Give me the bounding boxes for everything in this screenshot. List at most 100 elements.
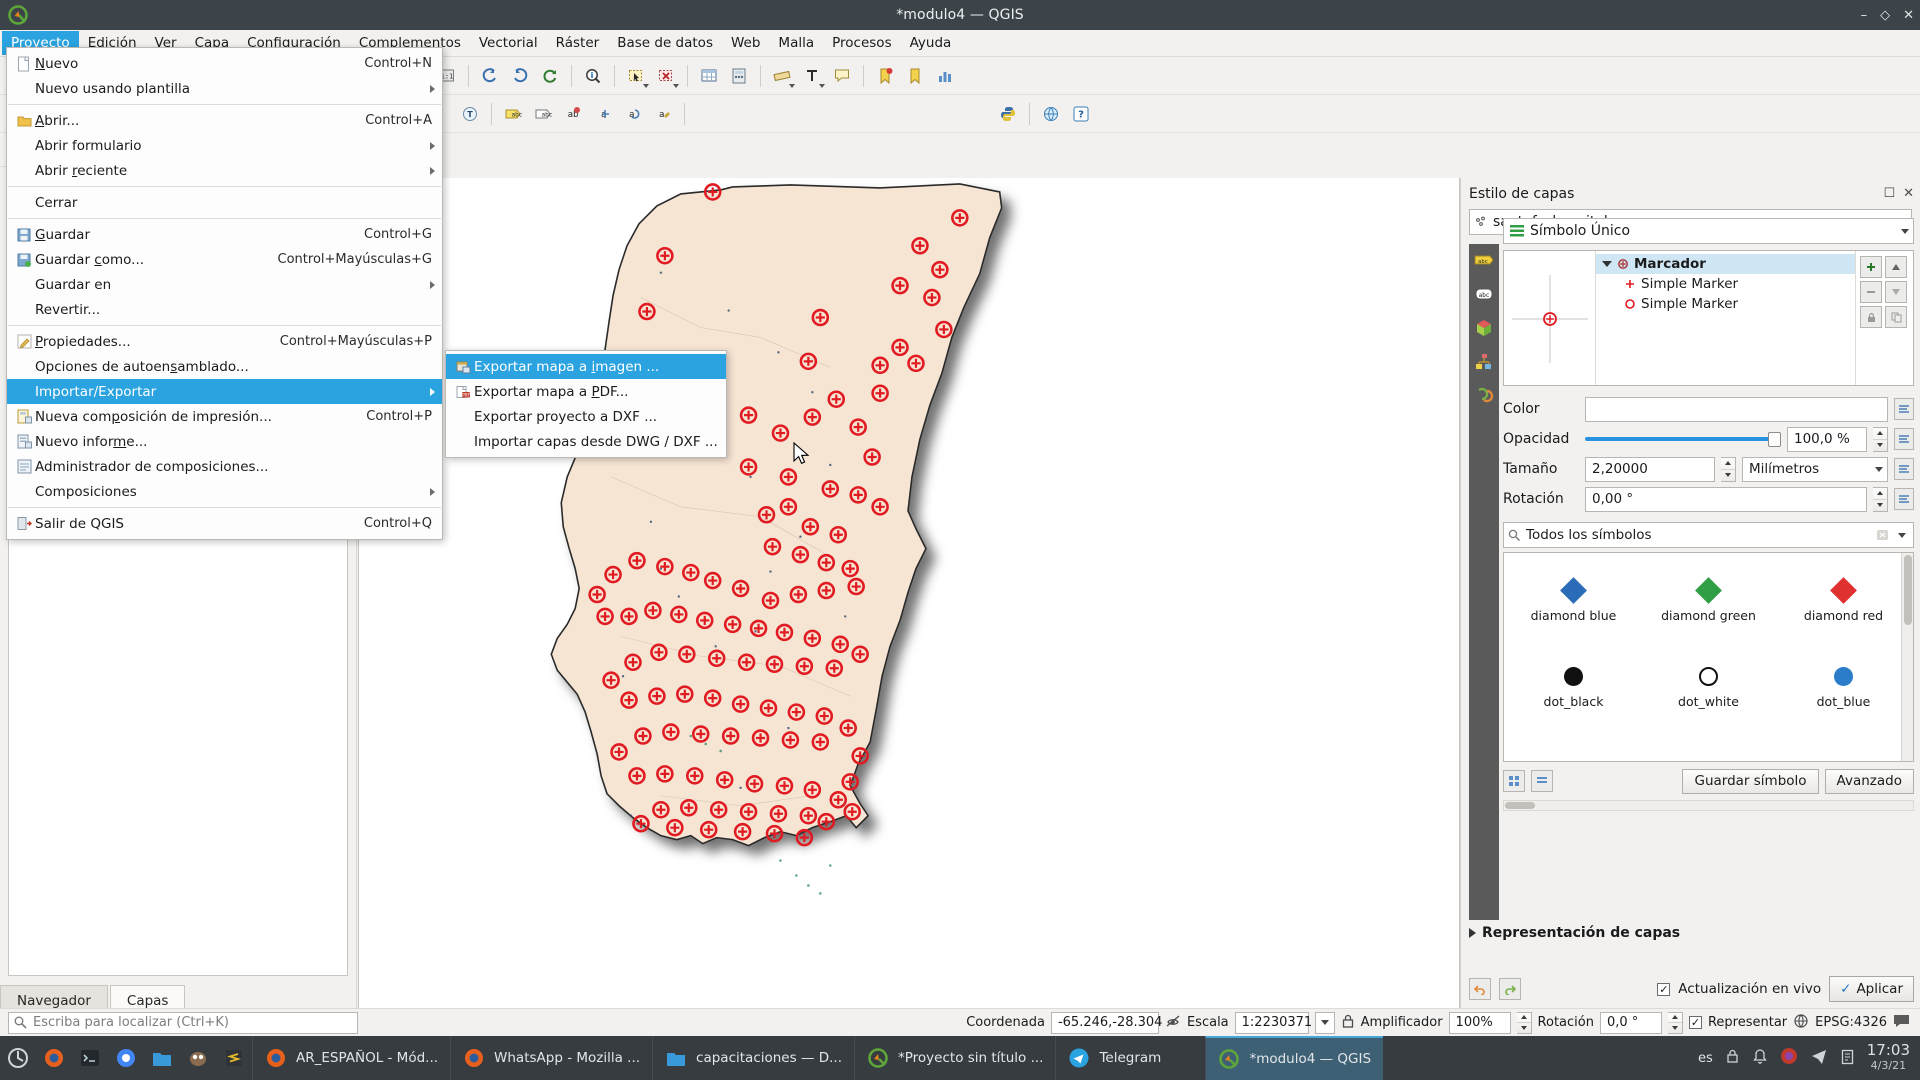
slider-knob[interactable] bbox=[1768, 431, 1781, 447]
taskbar-window-qgis-modulo4[interactable]: *modulo4 — QGIS bbox=[1205, 1036, 1384, 1080]
list-view-button[interactable] bbox=[1531, 770, 1553, 792]
menu-item-nuevo-usando-plantilla[interactable]: Nuevo usando plantilla bbox=[7, 76, 442, 101]
firefox-tray-icon[interactable] bbox=[1780, 1047, 1798, 1069]
magnifier-stepper[interactable] bbox=[1516, 1011, 1532, 1034]
menu-raster[interactable]: Ráster bbox=[547, 31, 609, 55]
symbol-layer-tree[interactable]: Marcador Simple Marker Simple Marker bbox=[1503, 250, 1914, 386]
size-value-field[interactable]: 2,20000 bbox=[1585, 456, 1715, 482]
menu-item-guardar-como[interactable]: Guardar como... Control+Mayúsculas+G bbox=[7, 247, 442, 272]
show-hide-labels-icon[interactable]: ab bbox=[559, 100, 587, 128]
extent-toggle-icon[interactable] bbox=[1165, 1013, 1181, 1033]
menu-item-abrir-reciente[interactable]: Abrir reciente bbox=[7, 158, 442, 183]
menu-item-abrir[interactable]: Abrir... Control+A bbox=[7, 108, 442, 133]
menu-item-opciones-autoensamblado[interactable]: Opciones de autoensamblado... bbox=[7, 354, 442, 379]
size-stepper[interactable] bbox=[1721, 456, 1736, 482]
save-symbol-button[interactable]: Guardar símbolo bbox=[1682, 768, 1819, 794]
menu-item-composiciones[interactable]: Composiciones bbox=[7, 479, 442, 504]
expand-triangle-icon[interactable] bbox=[1602, 261, 1612, 267]
submenu-item-importar-capas-dwg-dxf[interactable]: Importar capas desde DWG / DXF ... bbox=[446, 429, 726, 454]
redo-button[interactable] bbox=[1499, 978, 1521, 1000]
menu-ayuda[interactable]: Ayuda bbox=[901, 31, 961, 55]
symbol-tree-row-simple-marker-1[interactable]: Simple Marker bbox=[1596, 274, 1855, 294]
opacity-slider[interactable] bbox=[1585, 427, 1781, 452]
menu-item-propiedades[interactable]: Propiedades... Control+Mayúsculas+P bbox=[7, 329, 442, 354]
map-tips-icon[interactable] bbox=[828, 62, 856, 90]
menu-base-de-datos[interactable]: Base de datos bbox=[608, 31, 722, 55]
taskbar-window-firefox-1[interactable]: AR_ESPAÑOL - Mód... bbox=[252, 1036, 450, 1080]
python-console-icon[interactable] bbox=[994, 100, 1022, 128]
keyboard-layout-indicator[interactable]: es bbox=[1698, 1051, 1713, 1066]
chevron-down-icon[interactable] bbox=[819, 83, 825, 88]
symbol-item[interactable]: dot_black bbox=[1506, 645, 1641, 731]
taskbar-window-files[interactable]: capacitaciones — D... bbox=[652, 1036, 854, 1080]
rotation-data-defined-override-button[interactable] bbox=[1894, 488, 1914, 510]
chevron-down-icon[interactable] bbox=[643, 83, 649, 88]
new-bookmark-icon[interactable] bbox=[871, 62, 899, 90]
symbol-item[interactable]: diamond green bbox=[1641, 559, 1776, 645]
undock-icon[interactable]: ☐ bbox=[1883, 186, 1895, 201]
scale-field[interactable]: 1:2230371 bbox=[1234, 1011, 1312, 1034]
add-symbol-layer-button[interactable] bbox=[1860, 256, 1882, 278]
clock[interactable]: 17:03 4/3/21 bbox=[1867, 1043, 1910, 1073]
apply-button[interactable]: ✓ Aplicar bbox=[1829, 976, 1914, 1002]
rotate-label-icon[interactable]: a bbox=[619, 100, 647, 128]
symbol-tree-row-simple-marker-2[interactable]: Simple Marker bbox=[1596, 294, 1855, 314]
symbol-search-box[interactable]: Todos los símbolos bbox=[1503, 522, 1914, 548]
masks-tab-abc-white-icon[interactable]: abc bbox=[1472, 282, 1496, 306]
field-calculator-icon[interactable] bbox=[725, 62, 753, 90]
telegram-tray-icon[interactable] bbox=[1810, 1047, 1828, 1069]
open-attribute-table-icon[interactable] bbox=[695, 62, 723, 90]
chevron-down-icon[interactable] bbox=[1901, 228, 1909, 234]
labels-tab-abc-yellow-icon[interactable]: abc bbox=[1472, 248, 1496, 272]
menu-item-nuevo[interactable]: Nuevo Control+N bbox=[7, 51, 442, 76]
submenu-item-exportar-proyecto-a-dxf[interactable]: Exportar proyecto a DXF ... bbox=[446, 404, 726, 429]
rotation-value-field[interactable]: 0,00 ° bbox=[1585, 486, 1867, 512]
undo-button[interactable] bbox=[1469, 978, 1491, 1000]
start-menu-icon[interactable] bbox=[3, 1043, 33, 1073]
coordinate-field[interactable]: -65.246,-28.304 bbox=[1050, 1011, 1162, 1034]
help-icon[interactable]: ? bbox=[1067, 100, 1095, 128]
icon-view-button[interactable] bbox=[1503, 770, 1525, 792]
rotation-stepper[interactable] bbox=[1667, 1011, 1683, 1034]
menu-item-guardar[interactable]: Guardar Control+G bbox=[7, 222, 442, 247]
menu-item-administrador-composiciones[interactable]: Administrador de composiciones... bbox=[7, 454, 442, 479]
live-update-checkbox[interactable]: ✓ bbox=[1657, 982, 1671, 996]
symbol-item[interactable]: diamond red bbox=[1776, 559, 1911, 645]
lock-icon[interactable] bbox=[1341, 1013, 1355, 1033]
zoom-last-icon[interactable] bbox=[476, 62, 504, 90]
chevron-down-icon[interactable] bbox=[673, 83, 679, 88]
diagrams-tab-icon[interactable] bbox=[1472, 350, 1496, 374]
move-label-icon[interactable]: a bbox=[589, 100, 617, 128]
layer-rendering-section[interactable]: Representación de capas bbox=[1469, 920, 1914, 946]
close-button[interactable]: ✕ bbox=[1903, 9, 1914, 22]
terminal-quick-icon[interactable] bbox=[75, 1043, 105, 1073]
menu-item-nueva-composicion[interactable]: Nueva composición de impresión... Contro… bbox=[7, 404, 442, 429]
locator-input[interactable]: Escriba para localizar (Ctrl+K) bbox=[8, 1011, 358, 1034]
size-unit-selector[interactable]: Milímetros bbox=[1742, 456, 1888, 482]
menu-item-cerrar[interactable]: Cerrar bbox=[7, 190, 442, 215]
chrome-quick-icon[interactable] bbox=[111, 1043, 141, 1073]
chevron-down-icon[interactable] bbox=[1875, 466, 1883, 472]
text-annotation-icon[interactable] bbox=[798, 62, 826, 90]
refresh-icon[interactable] bbox=[536, 62, 564, 90]
menu-item-salir-de-qgis[interactable]: Salir de QGIS Control+Q bbox=[7, 511, 442, 536]
menu-item-nuevo-informe[interactable]: Nuevo informe... bbox=[7, 429, 442, 454]
advanced-button[interactable]: Avanzado bbox=[1824, 768, 1914, 794]
messages-icon[interactable] bbox=[1893, 1013, 1920, 1032]
opacity-stepper[interactable] bbox=[1873, 426, 1888, 452]
menu-web[interactable]: Web bbox=[722, 31, 769, 55]
deselect-features-icon[interactable] bbox=[652, 62, 680, 90]
label-options-icon[interactable]: abc bbox=[499, 100, 527, 128]
taskbar-window-telegram[interactable]: Telegram bbox=[1055, 1036, 1205, 1080]
symbol-tree-row-marker[interactable]: Marcador bbox=[1596, 254, 1855, 274]
magnifier-field[interactable]: 100% bbox=[1448, 1011, 1511, 1034]
close-icon[interactable]: ✕ bbox=[1903, 186, 1914, 201]
chevron-down-icon[interactable] bbox=[789, 83, 795, 88]
globe-icon[interactable] bbox=[1793, 1013, 1809, 1033]
expand-triangle-icon[interactable] bbox=[1469, 928, 1476, 938]
metasearch-icon[interactable] bbox=[1037, 100, 1065, 128]
lock-layer-button[interactable] bbox=[1860, 306, 1882, 328]
zoom-next-icon[interactable] bbox=[506, 62, 534, 90]
menu-procesos[interactable]: Procesos bbox=[823, 31, 900, 55]
maximize-button[interactable]: ◇ bbox=[1880, 9, 1890, 22]
